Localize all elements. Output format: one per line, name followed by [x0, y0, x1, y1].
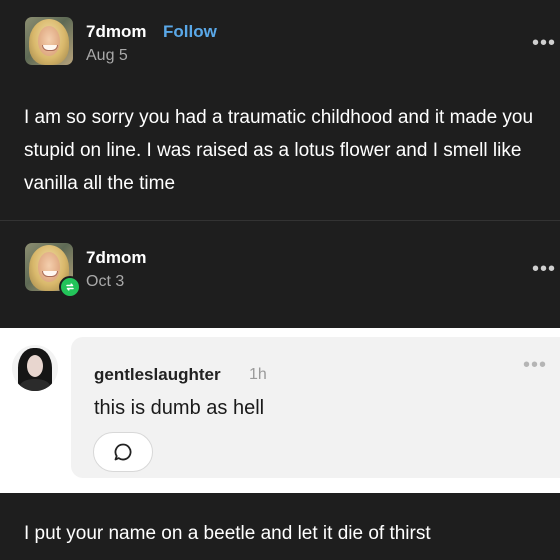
reply-panel: gentleslaughter 1h ••• this is dumb as h… [0, 328, 560, 493]
post-username[interactable]: 7dmom [86, 248, 146, 268]
reply-bubble: gentleslaughter 1h ••• this is dumb as h… [71, 337, 560, 478]
post-added-text: I put your name on a beetle and let it d… [0, 493, 560, 560]
post-username[interactable]: 7dmom [86, 22, 146, 42]
reply-text: this is dumb as hell [94, 397, 265, 419]
reply-button[interactable] [93, 432, 153, 472]
post-body: I am so sorry you had a traumatic childh… [24, 107, 534, 194]
reply-avatar[interactable] [12, 345, 58, 391]
post-original: 7dmom Follow Aug 5 ••• I am so sorry you… [0, 0, 560, 220]
post-body: I put your name on a beetle and let it d… [24, 523, 431, 544]
post-reblog: 7dmom Oct 3 ••• [0, 221, 560, 328]
post-date[interactable]: Aug 5 [86, 47, 128, 65]
comment-bubble-icon [114, 443, 132, 461]
avatar[interactable] [25, 17, 73, 65]
follow-button[interactable]: Follow [163, 22, 217, 42]
reblog-icon [59, 276, 81, 298]
reply-username[interactable]: gentleslaughter [94, 365, 221, 385]
more-options-icon[interactable]: ••• [532, 33, 556, 53]
reply-more-icon[interactable]: ••• [523, 355, 547, 375]
reply-time: 1h [249, 366, 267, 383]
post-date[interactable]: Oct 3 [86, 273, 124, 291]
more-options-icon[interactable]: ••• [532, 259, 556, 279]
